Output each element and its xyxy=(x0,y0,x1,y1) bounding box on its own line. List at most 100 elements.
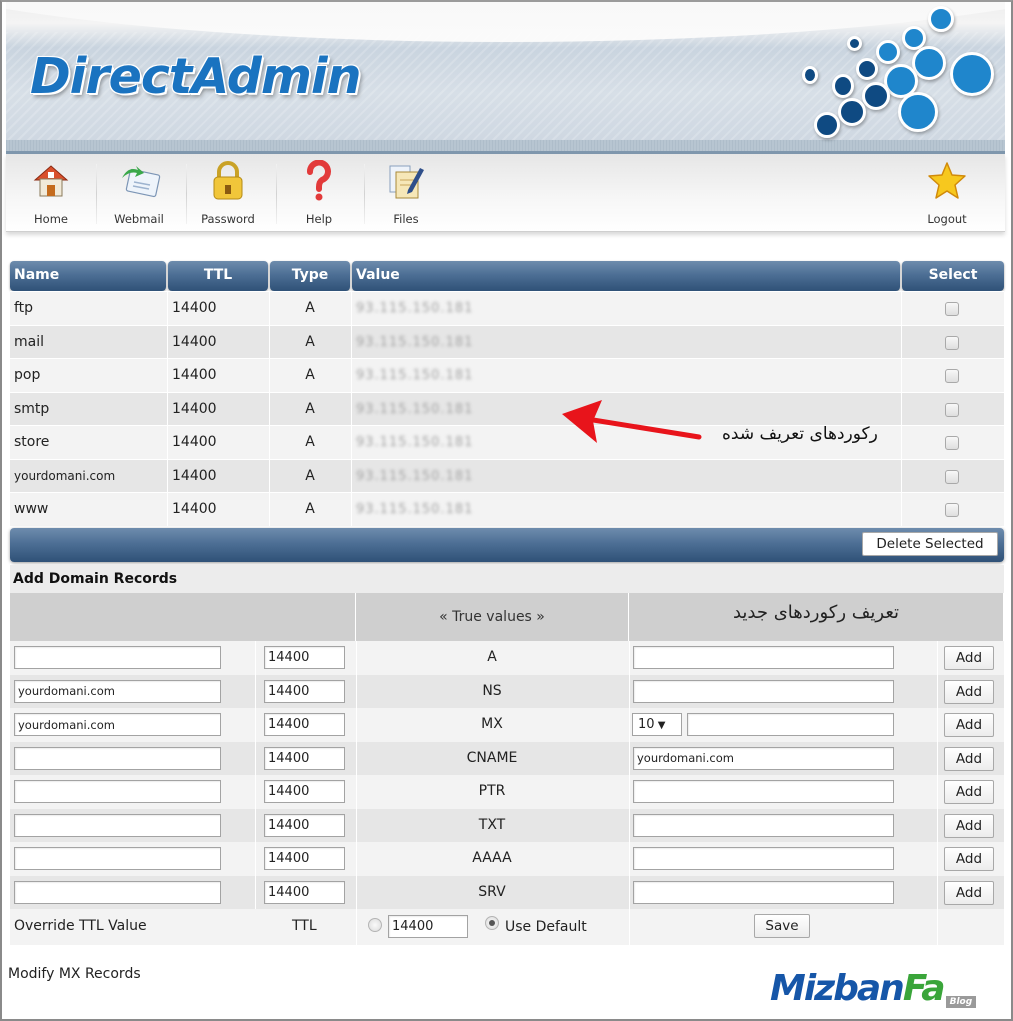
record-value: 93.115.150.181 xyxy=(356,301,474,316)
add-record-button[interactable]: Add xyxy=(944,746,994,771)
cell-divider xyxy=(356,909,357,945)
record-name-input[interactable] xyxy=(14,880,221,904)
record-type: A xyxy=(305,467,315,484)
column-header-name[interactable]: Name xyxy=(10,261,166,291)
cell-divider xyxy=(351,426,352,459)
cell-divider xyxy=(901,459,902,493)
cell-divider xyxy=(629,674,630,708)
add-record-row: SRV Add xyxy=(10,875,1004,909)
cell-divider xyxy=(901,493,902,526)
record-ttl: 14400 xyxy=(172,467,217,484)
cell-divider xyxy=(629,842,630,876)
custom-ttl-radio[interactable] xyxy=(368,918,382,932)
add-record-button[interactable]: Add xyxy=(944,780,994,804)
webmail-icon xyxy=(122,166,161,198)
column-header-value[interactable]: Value xyxy=(352,261,900,291)
toolbar-logout[interactable]: Logout xyxy=(904,160,990,228)
toolbar-files-label: Files xyxy=(393,212,419,226)
add-record-row: NS Add xyxy=(10,674,1004,708)
record-select-checkbox[interactable] xyxy=(945,402,959,417)
record-select-checkbox[interactable] xyxy=(945,302,959,316)
add-record-button[interactable]: Add xyxy=(944,813,994,838)
record-value-input[interactable] xyxy=(633,780,894,803)
cell-divider xyxy=(937,909,938,945)
record-ttl-input[interactable] xyxy=(264,780,345,803)
record-select-checkbox[interactable] xyxy=(945,335,959,350)
record-value-input[interactable] xyxy=(633,746,894,770)
record-name-input[interactable] xyxy=(14,746,221,770)
add-record-row: MX Add 10 ▼ xyxy=(10,708,1004,742)
record-value-input[interactable] xyxy=(633,880,894,904)
cell-divider xyxy=(901,359,902,392)
column-header-select: Select xyxy=(902,261,1004,291)
record-value-input[interactable] xyxy=(633,646,894,669)
record-ttl-input[interactable] xyxy=(264,847,345,870)
table-row: www 14400 A 93.115.150.181 xyxy=(10,492,1004,526)
record-name-input[interactable] xyxy=(14,847,221,870)
record-name-input[interactable] xyxy=(14,813,221,837)
record-ttl-input[interactable] xyxy=(264,679,345,703)
save-button[interactable]: Save xyxy=(754,914,810,938)
record-type-label: CNAME xyxy=(466,749,518,766)
record-value: 93.115.150.181 xyxy=(356,368,474,383)
add-record-row: AAAA Add xyxy=(10,842,1004,876)
record-value: 93.115.150.181 xyxy=(356,435,474,450)
table-row: smtp 14400 A 93.115.150.181 xyxy=(10,391,1004,426)
record-select-checkbox[interactable] xyxy=(945,503,959,517)
add-record-button[interactable]: Add xyxy=(944,880,994,905)
delete-selected-button[interactable]: Delete Selected xyxy=(862,531,998,556)
add-record-button[interactable]: Add xyxy=(944,679,994,704)
toolbar-password[interactable]: Password xyxy=(185,160,271,228)
toolbar-files[interactable]: Files xyxy=(363,160,449,228)
cell-divider xyxy=(937,842,938,876)
toolbar-help-label: Help xyxy=(305,212,333,226)
toolbar-home[interactable]: Home xyxy=(8,160,94,228)
record-ttl-input[interactable] xyxy=(264,746,345,770)
record-value-input[interactable] xyxy=(633,813,894,837)
mx-priority-select[interactable]: 10 ▼ xyxy=(632,713,682,736)
cell-divider xyxy=(167,493,168,526)
add-record-button[interactable]: Add xyxy=(944,646,994,670)
add-record-row: A Add xyxy=(10,641,1004,675)
cell-divider xyxy=(167,325,168,359)
modify-mx-records-link[interactable]: Modify MX Records xyxy=(8,966,141,982)
record-ttl-input[interactable] xyxy=(264,880,345,904)
add-record-row: PTR Add xyxy=(10,775,1004,809)
record-ttl: 14400 xyxy=(172,434,217,450)
toolbar-help[interactable]: Help xyxy=(276,160,362,228)
custom-ttl-input[interactable] xyxy=(388,915,468,938)
record-name-input[interactable] xyxy=(14,679,221,703)
record-select-checkbox[interactable] xyxy=(945,436,959,450)
record-ttl: 14400 xyxy=(172,300,217,316)
cell-divider xyxy=(351,325,352,359)
record-select-checkbox[interactable] xyxy=(945,469,959,484)
cell-divider xyxy=(937,775,938,809)
column-header-ttl[interactable]: TTL xyxy=(168,261,268,291)
use-default-radio[interactable] xyxy=(485,916,499,930)
cell-divider xyxy=(255,775,256,809)
help-icon xyxy=(307,160,331,201)
record-type-label: PTR xyxy=(478,783,506,799)
record-type-label: NS xyxy=(482,682,502,699)
add-record-button[interactable]: Add xyxy=(944,847,994,871)
record-ttl-input[interactable] xyxy=(264,813,345,837)
record-name-input[interactable] xyxy=(14,780,221,803)
cell-divider xyxy=(629,808,630,842)
records-header: Name TTL Type Value Select xyxy=(10,261,1004,291)
cell-divider xyxy=(937,741,938,775)
cell-divider xyxy=(629,875,630,909)
record-select-checkbox[interactable] xyxy=(945,369,959,383)
record-ttl-input[interactable] xyxy=(264,713,345,736)
record-value-input[interactable] xyxy=(633,679,894,703)
column-header-type[interactable]: Type xyxy=(270,261,350,291)
record-ttl-input[interactable] xyxy=(264,646,345,669)
record-value-input[interactable] xyxy=(687,713,894,736)
record-value: 93.115.150.181 xyxy=(356,468,474,484)
add-record-button[interactable]: Add xyxy=(944,713,994,737)
toolbar-webmail[interactable]: Webmail xyxy=(96,160,182,228)
record-name-input[interactable] xyxy=(14,713,221,736)
record-name-input[interactable] xyxy=(14,646,221,669)
toolbar-logout-label: Logout xyxy=(927,212,967,226)
cell-divider xyxy=(937,708,938,742)
record-value-input[interactable] xyxy=(633,847,894,870)
